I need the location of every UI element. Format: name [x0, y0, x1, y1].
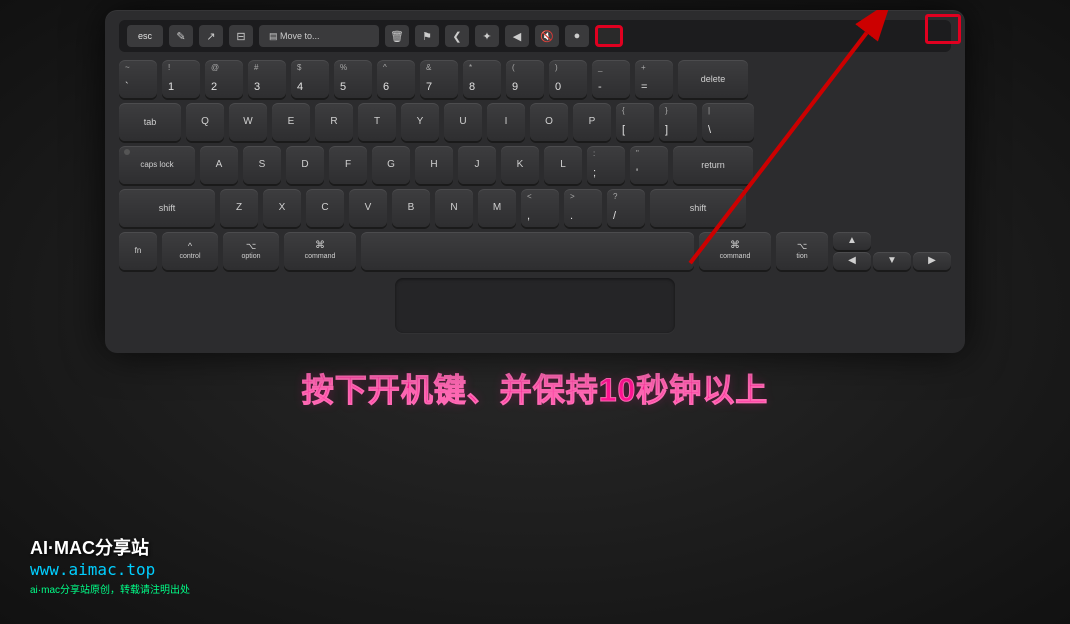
key-command-right[interactable]: ⌘ command	[699, 232, 771, 270]
esc-key[interactable]: esc	[127, 25, 163, 47]
key-delete[interactable]: delete	[678, 60, 748, 98]
key-arrow-right[interactable]: ▶	[913, 252, 951, 270]
instruction-text: 按下开机键、并保持10秒钟以上	[302, 365, 769, 411]
key-i[interactable]: I	[487, 103, 525, 141]
key-u[interactable]: U	[444, 103, 482, 141]
arrow-bottom-row: ◀ ▼ ▶	[833, 252, 951, 270]
tb-edit-icon[interactable]: ✎	[169, 25, 193, 47]
key-bracket-close[interactable]: }]	[659, 103, 697, 141]
key-quote[interactable]: "'	[630, 146, 668, 184]
tb-url-bar[interactable]: ▤ Move to...	[259, 25, 379, 47]
key-j[interactable]: J	[458, 146, 496, 184]
key-e[interactable]: E	[272, 103, 310, 141]
key-h[interactable]: H	[415, 146, 453, 184]
key-3[interactable]: #3	[248, 60, 286, 98]
key-w[interactable]: W	[229, 103, 267, 141]
key-5[interactable]: %5	[334, 60, 372, 98]
key-l[interactable]: L	[544, 146, 582, 184]
key-x[interactable]: X	[263, 189, 301, 227]
key-capslock[interactable]: caps lock	[119, 146, 195, 184]
tb-flag-icon[interactable]: ⚑	[415, 25, 439, 47]
key-arrow-down[interactable]: ▼	[873, 252, 911, 270]
key-2[interactable]: @2	[205, 60, 243, 98]
key-bracket-open[interactable]: {[	[616, 103, 654, 141]
key-c[interactable]: C	[306, 189, 344, 227]
key-9[interactable]: (9	[506, 60, 544, 98]
key-comma[interactable]: <,	[521, 189, 559, 227]
key-arrow-up[interactable]: ▲	[833, 232, 871, 250]
key-4[interactable]: $4	[291, 60, 329, 98]
key-row-2: tab Q W E R T Y U I O P {[ }] |\	[119, 103, 951, 141]
keyboard-rows: ~` !1 @2 #3 $4 %5 ^6 &7 *8 (9 )0 _- += d…	[119, 60, 951, 270]
key-d[interactable]: D	[286, 146, 324, 184]
key-b[interactable]: B	[392, 189, 430, 227]
key-r[interactable]: R	[315, 103, 353, 141]
key-a[interactable]: A	[200, 146, 238, 184]
key-p[interactable]: P	[573, 103, 611, 141]
touch-bar: esc ✎ ↗ ⊟ ▤ Move to... 🗑 ⚑ ❮ ✦ ◀ 🔇 ●	[119, 20, 951, 52]
key-tab[interactable]: tab	[119, 103, 181, 141]
key-s[interactable]: S	[243, 146, 281, 184]
key-7[interactable]: &7	[420, 60, 458, 98]
key-g[interactable]: G	[372, 146, 410, 184]
key-y[interactable]: Y	[401, 103, 439, 141]
brand-copyright: ai·mac分享站原创，转载请注明出处	[30, 581, 190, 596]
key-row-5: fn ^ control ⌥ option ⌘ command ⌘ comman…	[119, 232, 951, 270]
key-spacebar[interactable]	[361, 232, 694, 270]
key-t[interactable]: T	[358, 103, 396, 141]
key-z[interactable]: Z	[220, 189, 258, 227]
key-minus[interactable]: _-	[592, 60, 630, 98]
key-return[interactable]: return	[673, 146, 753, 184]
keyboard-area: esc ✎ ↗ ⊟ ▤ Move to... 🗑 ⚑ ❮ ✦ ◀ 🔇 ● ~` …	[105, 10, 965, 353]
key-f[interactable]: F	[329, 146, 367, 184]
tb-volume-icon[interactable]: ◀	[505, 25, 529, 47]
key-semicolon[interactable]: :;	[587, 146, 625, 184]
tb-mute-icon[interactable]: 🔇	[535, 25, 559, 47]
tb-trash2-icon[interactable]: 🗑	[385, 25, 409, 47]
key-8[interactable]: *8	[463, 60, 501, 98]
tb-camera-icon[interactable]: ●	[565, 25, 589, 47]
tb-share-icon[interactable]: ↗	[199, 25, 223, 47]
brand-url: www.aimac.top	[30, 560, 190, 579]
arrow-top-row: ▲	[833, 232, 951, 250]
key-n[interactable]: N	[435, 189, 473, 227]
laptop-container: esc ✎ ↗ ⊟ ▤ Move to... 🗑 ⚑ ❮ ✦ ◀ 🔇 ● ~` …	[0, 0, 1070, 624]
key-k[interactable]: K	[501, 146, 539, 184]
key-equals[interactable]: +=	[635, 60, 673, 98]
key-slash[interactable]: ?/	[607, 189, 645, 227]
key-period[interactable]: >.	[564, 189, 602, 227]
key-option-right[interactable]: ⌥ tion	[776, 232, 828, 270]
power-button[interactable]	[595, 25, 623, 47]
key-backslash[interactable]: |\	[702, 103, 754, 141]
key-row-1: ~` !1 @2 #3 $4 %5 ^6 &7 *8 (9 )0 _- += d…	[119, 60, 951, 98]
arrow-key-cluster: ▲ ◀ ▼ ▶	[833, 232, 951, 270]
key-row-3: caps lock A S D F G H J K L :; "' return	[119, 146, 951, 184]
tb-less-icon[interactable]: ❮	[445, 25, 469, 47]
key-0[interactable]: )0	[549, 60, 587, 98]
key-control[interactable]: ^ control	[162, 232, 218, 270]
trackpad[interactable]	[395, 278, 675, 333]
branding: AI·MAC分享站 www.aimac.top ai·mac分享站原创，转载请注…	[30, 534, 190, 596]
tb-trash-icon[interactable]: ⊟	[229, 25, 253, 47]
key-shift-right[interactable]: shift	[650, 189, 746, 227]
key-row-4: shift Z X C V B N M <, >. ?/ shift	[119, 189, 951, 227]
key-6[interactable]: ^6	[377, 60, 415, 98]
key-v[interactable]: V	[349, 189, 387, 227]
key-m[interactable]: M	[478, 189, 516, 227]
key-command-left[interactable]: ⌘ command	[284, 232, 356, 270]
key-o[interactable]: O	[530, 103, 568, 141]
brand-name: AI·MAC分享站	[30, 534, 190, 560]
key-1[interactable]: !1	[162, 60, 200, 98]
tb-brightness-icon[interactable]: ✦	[475, 25, 499, 47]
key-option-left[interactable]: ⌥ option	[223, 232, 279, 270]
key-q[interactable]: Q	[186, 103, 224, 141]
key-tilde[interactable]: ~`	[119, 60, 157, 98]
key-arrow-left[interactable]: ◀	[833, 252, 871, 270]
key-fn[interactable]: fn	[119, 232, 157, 270]
key-shift-left[interactable]: shift	[119, 189, 215, 227]
